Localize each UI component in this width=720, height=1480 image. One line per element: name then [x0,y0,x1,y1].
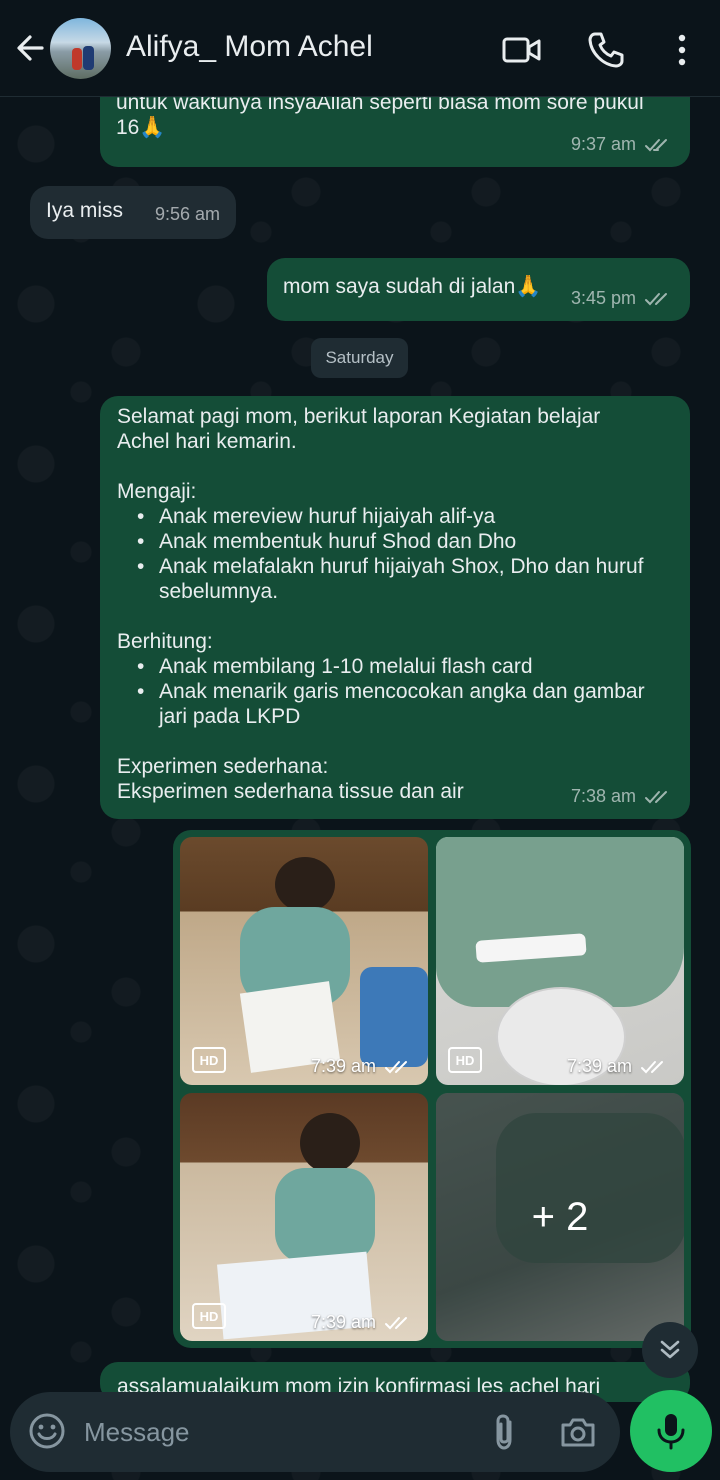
section-title-experimen: Experimen sederhana: [117,755,329,778]
message-bubble-outgoing[interactable]: Selamat pagi mom, berikut laporan Kegiat… [100,396,690,819]
double-chevron-down-icon [660,1340,680,1359]
read-ticks-icon [385,1316,407,1329]
message-meta: 9:56 am [155,202,220,227]
message-meta: 7:38 am [571,784,674,809]
message-text: mom saya sudah di jalan🙏 [283,275,542,298]
camera-icon[interactable] [558,1412,598,1452]
photo-thumbnail[interactable]: HD 7:39 am [180,837,428,1085]
microphone-icon [657,1414,685,1450]
photo-thumbnail-more[interactable]: + 2 [436,1093,684,1341]
hd-badge: HD [448,1047,482,1073]
paperclip-icon[interactable] [486,1412,522,1452]
hd-badge: HD [192,1303,226,1329]
message-text: Iya miss [46,199,124,222]
more-options-icon[interactable] [662,30,702,70]
photo-thumbnail[interactable]: HD 7:39 am [180,1093,428,1341]
media-meta: 7:39 am [311,1312,414,1333]
section-title-mengaji: Mengaji: [117,480,197,503]
message-bubble-incoming[interactable]: Iya miss 9:56 am [30,186,236,239]
chat-header: Alifya_ Mom Achel [0,0,720,97]
contact-name[interactable]: Alifya_ Mom Achel [126,30,373,64]
voice-record-button[interactable] [630,1390,712,1472]
media-time: 7:39 am [566,1056,632,1076]
report-greeting-line: Achel hari kemarin. [117,430,297,453]
message-time: 7:38 am [570,786,636,806]
emoji-icon[interactable] [28,1412,66,1450]
media-album-bubble: HD 7:39 am HD 7:39 am HD 7:39 am + 2 [173,830,691,1348]
message-time: 3:45 pm [570,288,636,308]
message-meta: 3:45 pm [571,286,674,311]
read-ticks-icon [385,1060,407,1073]
media-time: 7:39 am [310,1312,376,1332]
list-item: Anak menarik garis mencocokan angka dan … [137,679,673,729]
media-meta: 7:39 am [311,1056,414,1077]
berhitung-list: Anak membilang 1-10 melalui flash card A… [117,654,673,729]
message-time: 9:37 am [570,134,636,154]
message-composer [10,1392,620,1472]
read-ticks-icon [645,292,667,305]
list-item: Anak mereview huruf hijaiyah alif-ya [137,504,673,529]
media-time: 7:39 am [310,1056,376,1076]
read-ticks-icon [641,1060,663,1073]
read-ticks-icon [645,138,667,151]
report-greeting: Selamat pagi mom, berikut laporan Kegiat… [117,404,673,454]
section-title-berhitung: Berhitung: [117,630,213,653]
message-time: 9:56 am [154,204,220,224]
contact-avatar[interactable] [50,18,111,79]
mengaji-list: Anak mereview huruf hijaiyah alif-ya Ana… [117,504,673,604]
back-arrow-icon[interactable] [12,30,48,66]
list-item: Anak membentuk huruf Shod dan Dho [137,529,673,554]
video-call-icon[interactable] [502,30,542,70]
message-meta: 9:37 am [571,132,674,157]
read-ticks-icon [645,790,667,803]
report-greeting-line: Selamat pagi mom, berikut laporan Kegiat… [117,405,601,428]
message-bubble-outgoing[interactable]: mom saya sudah di jalan🙏 3:45 pm [267,258,690,321]
list-item: Anak membilang 1-10 melalui flash card [137,654,673,679]
photo-thumbnail[interactable]: HD 7:39 am [436,837,684,1085]
scroll-to-bottom-button[interactable] [642,1322,698,1378]
media-meta: 7:39 am [567,1056,670,1077]
date-divider: Saturday [311,338,408,378]
message-input[interactable] [84,1412,464,1452]
more-media-count: + 2 [436,1093,684,1341]
hd-badge: HD [192,1047,226,1073]
list-item: Anak melafalakn huruf hijaiyah Shox, Dho… [137,554,673,604]
phone-call-icon[interactable] [586,30,626,70]
